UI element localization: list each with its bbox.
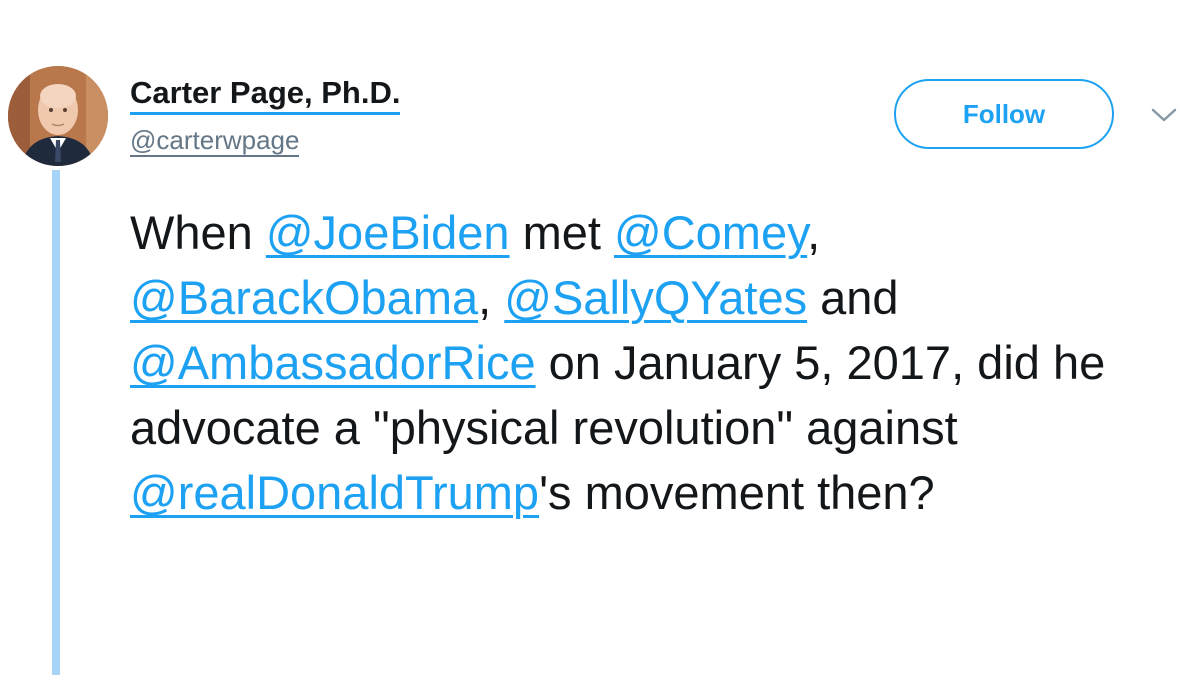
mention-link[interactable]: @JoeBiden	[266, 206, 510, 259]
avatar-portrait	[8, 66, 108, 166]
tweet-text-segment: 's movement then?	[539, 466, 935, 519]
tweet-card: Carter Page, Ph.D. @carterwpage Follow W…	[0, 0, 1200, 675]
tweet-text-segment: ,	[807, 206, 821, 259]
tweet-text: When @JoeBiden met @Comey, @BarackObama,…	[130, 200, 1190, 525]
mention-link[interactable]: @realDonaldTrump	[130, 466, 539, 519]
mention-link[interactable]: @BarackObama	[130, 271, 478, 324]
avatar[interactable]	[8, 66, 108, 166]
mention-link[interactable]: @Comey	[614, 206, 807, 259]
author-handle[interactable]: @carterwpage	[130, 125, 300, 157]
tweet-text-segment: When	[130, 206, 266, 259]
chevron-down-icon[interactable]	[1150, 105, 1178, 125]
mention-link[interactable]: @SallyQYates	[504, 271, 807, 324]
mention-link[interactable]: @AmbassadorRice	[130, 336, 536, 389]
tweet-text-segment: met	[509, 206, 615, 259]
thread-line	[52, 170, 60, 675]
tweet-text-segment: ,	[478, 271, 505, 324]
author-name[interactable]: Carter Page, Ph.D.	[130, 74, 401, 115]
follow-button[interactable]: Follow	[894, 79, 1114, 149]
tweet-text-segment: and	[807, 271, 899, 324]
